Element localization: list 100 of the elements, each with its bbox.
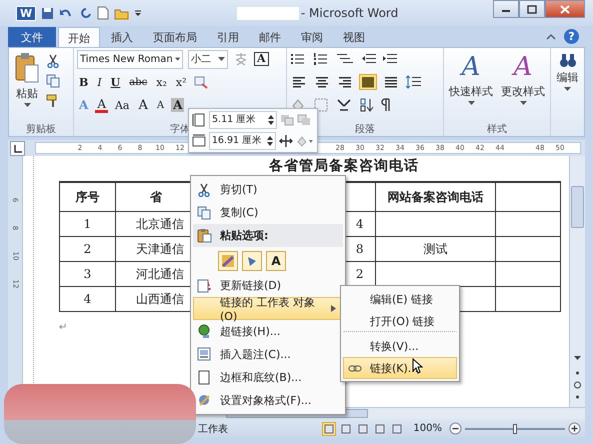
paste-option-button[interactable] [218,250,238,270]
align-button[interactable] [336,74,354,90]
globe-link-icon [196,324,212,339]
ribbon-tab[interactable]: 视图 [334,27,374,47]
table-cell: 北京通信 [136,216,184,230]
zoom-level[interactable]: 100% [413,423,442,434]
increase-indent-icon[interactable] [382,52,398,66]
menu-item[interactable]: 复制(C) [193,201,343,224]
menu-item[interactable]: 链接的 工作表 对象(O) [193,297,343,320]
maximize-button[interactable] [519,0,545,18]
brush-icon [221,254,235,268]
distribute-icon[interactable] [279,134,294,148]
align-button[interactable] [313,74,331,90]
column-width-icon [192,134,206,148]
paste-option-button[interactable] [242,250,262,270]
character-border-button[interactable]: A [254,52,269,66]
clipboard-icon [14,52,40,84]
menu-item[interactable]: 插入题注(C)... [193,343,343,366]
format-button[interactable]: x² [174,76,188,88]
paragraph-mark-icon[interactable] [380,98,392,112]
zoom-out-icon[interactable] [449,422,462,435]
view-button[interactable] [322,422,336,436]
format-button[interactable]: x₂ [154,76,169,88]
font-effect-button[interactable]: A [136,98,150,112]
zoom-in-icon[interactable] [568,422,581,435]
font-size-dropdown[interactable]: 小二 [188,50,228,68]
font-effect-button[interactable]: A [95,98,108,112]
menu-item[interactable]: 剪切(T) [193,178,343,201]
view-button[interactable] [356,422,370,436]
chain-link-icon [348,364,362,372]
ribbon-tab[interactable]: 插入 [102,27,142,47]
menu-item[interactable]: 边框和底纹(B)... [193,366,343,389]
new-document-icon[interactable] [97,6,110,20]
paste-button[interactable]: 粘贴 [12,50,42,122]
scrollbar-thumb[interactable] [571,186,584,228]
font-effect-button[interactable]: A [154,100,166,110]
width-field[interactable]: 16.91 厘米 [208,132,276,150]
format-button[interactable]: abc [127,76,150,88]
style-button[interactable]: A 更改样式 [499,50,547,122]
table-cell: 河北通信 [136,266,184,280]
caret-icon [564,87,571,92]
font-name-dropdown[interactable]: Times New Roman [77,50,183,68]
spin-arrows-icon[interactable] [268,114,274,126]
save-icon[interactable] [41,6,54,20]
row-height-icon [192,113,206,127]
help-button[interactable]: ? [564,29,579,44]
clear-formatting-icon[interactable] [193,75,210,89]
format-object-icon [196,393,212,408]
line-spacing-icon[interactable] [405,75,423,89]
font-effect-button[interactable]: A [171,98,184,112]
align-button[interactable] [359,74,377,90]
folder-icon[interactable] [114,6,130,20]
minimize-button[interactable] [493,0,519,18]
group-label: 样式 [486,122,508,136]
menu-item[interactable]: 超链接(H)... [193,320,343,343]
view-button[interactable] [373,422,388,436]
view-button[interactable] [390,422,404,436]
collapse-ribbon-icon[interactable] [546,33,556,41]
multilevel-list-icon[interactable] [336,52,356,66]
align-button[interactable] [290,74,308,90]
align-button[interactable] [382,74,400,90]
redo-icon[interactable] [80,6,92,20]
menu-item[interactable]: 设置对象格式(F)... [193,389,343,412]
tab-selector-button[interactable] [10,141,25,156]
ribbon-tab[interactable]: 开始 [58,27,100,47]
paste-option-button[interactable]: A [266,250,286,270]
editing-button[interactable]: 编辑 [554,50,581,94]
menu-item[interactable]: 编辑(E) 链接 [343,288,457,310]
cells-icon[interactable] [280,114,294,126]
ribbon-tab[interactable]: 审阅 [292,27,332,47]
view-button[interactable] [339,422,354,436]
maximize-icon [527,4,537,14]
style-button[interactable]: A 快速样式 [447,50,495,122]
vertical-scrollbar[interactable] [569,156,585,407]
sort-icon[interactable] [359,98,375,112]
dropdown-icon[interactable] [134,8,142,18]
spin-arrows-icon[interactable] [267,135,274,147]
binoculars-icon [558,52,576,68]
cells-icon[interactable] [297,114,311,126]
decrease-indent-icon[interactable] [361,52,377,66]
caret-icon [468,101,474,106]
caret-icon [520,101,526,106]
format-button[interactable]: B [77,76,90,88]
shading-icon[interactable] [296,135,314,147]
ribbon-tab[interactable]: 引用 [208,27,248,47]
height-field[interactable]: 5.11 厘米 [209,111,277,129]
table-cell: 3 [84,267,92,281]
format-button[interactable]: U [108,76,122,88]
ribbon-tab[interactable]: 页面布局 [144,27,206,47]
format-button[interactable]: I [95,76,104,88]
file-tab[interactable]: 文件 [8,27,56,47]
redacted-block [236,6,299,20]
menu-item[interactable]: 转换(V)... [343,335,457,357]
menu-item[interactable]: 打开(O) 链接 [343,310,457,332]
ribbon-tab[interactable]: 邮件 [250,27,290,47]
table-cell: 4 [84,292,92,306]
close-button[interactable] [545,0,585,18]
scissors-icon [46,54,60,68]
menu-item[interactable]: 更新链接(D) [193,274,343,297]
font-effect-button[interactable]: Aa [112,98,132,112]
